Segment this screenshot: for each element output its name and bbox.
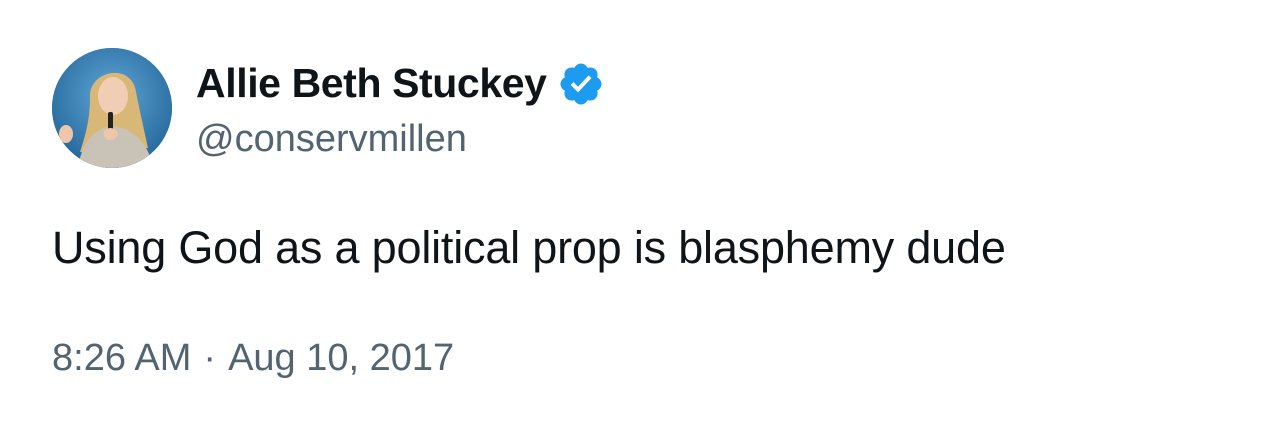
tweet-timestamp[interactable]: 8:26 AM · Aug 10, 2017 [52, 333, 454, 383]
tweet-card: Allie Beth Stuckey @conservmillen Using … [0, 0, 1284, 427]
verified-badge-icon [557, 60, 605, 108]
display-name-row: Allie Beth Stuckey [196, 56, 605, 112]
tweet-date: Aug 10, 2017 [228, 337, 455, 379]
avatar-photo [52, 48, 172, 168]
meta-separator: · [203, 337, 217, 379]
user-handle[interactable]: @conservmillen [196, 118, 605, 161]
avatar[interactable] [52, 48, 172, 168]
author-names: Allie Beth Stuckey @conservmillen [196, 56, 605, 161]
tweet-header: Allie Beth Stuckey @conservmillen [52, 48, 605, 168]
tweet-text: Using God as a political prop is blasphe… [52, 222, 1006, 273]
display-name[interactable]: Allie Beth Stuckey [196, 60, 547, 107]
tweet-time: 8:26 AM [52, 337, 192, 379]
